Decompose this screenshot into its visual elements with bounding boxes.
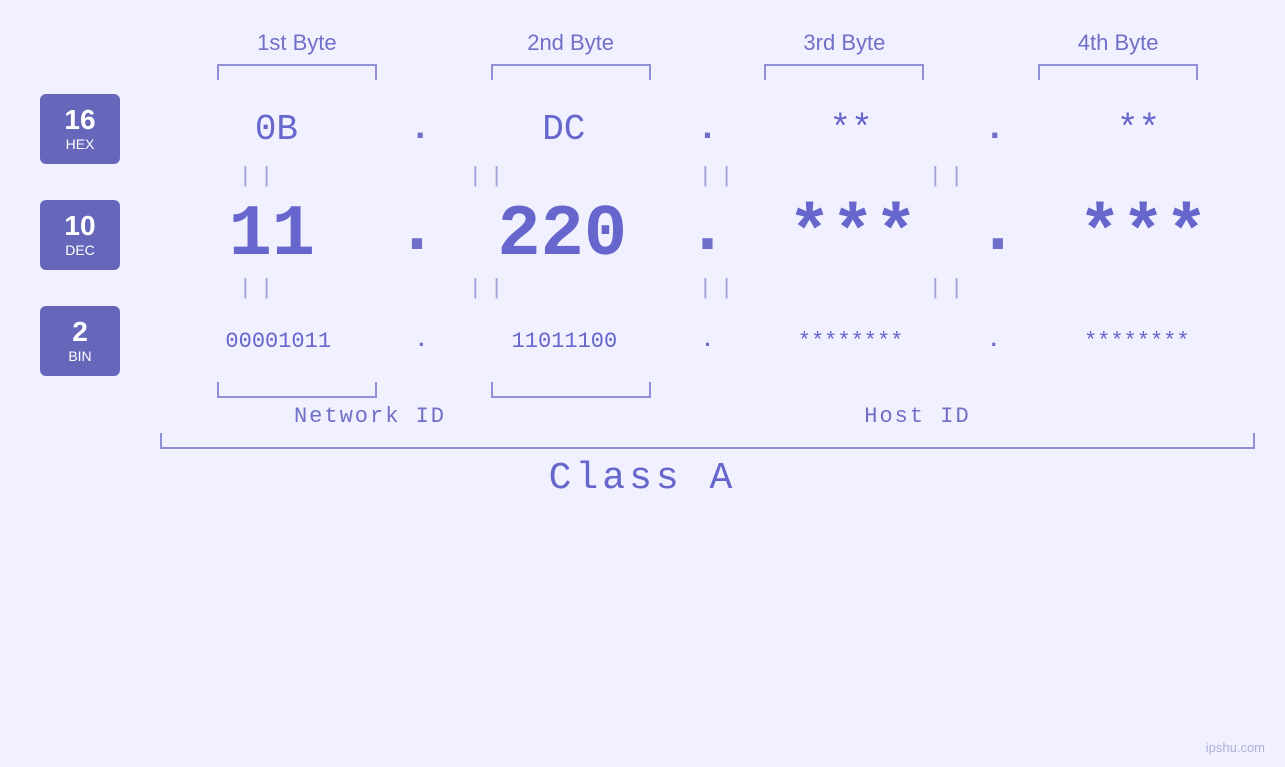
hex-sep2: . (697, 111, 719, 147)
bin-badge-label: BIN (68, 348, 91, 364)
eq2-b1: || (160, 276, 360, 301)
bin-b3: ******** (751, 329, 951, 354)
hex-badge-num: 16 (64, 106, 95, 134)
host-id-label: Host ID (580, 404, 1255, 429)
eq1-b3: || (620, 164, 820, 189)
bracket-top-4 (1038, 64, 1198, 80)
hex-b3: ** (751, 109, 951, 150)
equals-row-1: || || || || (160, 164, 1285, 189)
dec-sep1: . (395, 194, 438, 276)
dec-b1: 11 (172, 194, 372, 276)
dec-b3: *** (753, 194, 953, 276)
bin-sep1: . (415, 330, 428, 352)
byte2-label: 2nd Byte (471, 30, 671, 56)
bottom-brackets (160, 382, 1285, 402)
eq2-b4: || (850, 276, 1050, 301)
byte-headers: 1st Byte 2nd Byte 3rd Byte 4th Byte (0, 30, 1285, 56)
bot-bracket-cell-3 (744, 382, 944, 402)
eq1-b1: || (160, 164, 360, 189)
bracket-cell-2 (471, 64, 671, 84)
dec-data-row: 11 . 220 . *** . *** (160, 194, 1285, 276)
hex-badge-cell: 16 HEX (0, 94, 160, 164)
main-container: 1st Byte 2nd Byte 3rd Byte 4th Byte 16 H… (0, 0, 1285, 767)
bot-bracket-2 (491, 382, 651, 398)
bracket-top-1 (217, 64, 377, 80)
bin-badge: 2 BIN (40, 306, 120, 376)
bot-bracket-1 (217, 382, 377, 398)
bin-sep3: . (987, 330, 1000, 352)
full-bracket-wrapper (160, 433, 1285, 449)
byte1-label: 1st Byte (197, 30, 397, 56)
dec-badge-num: 10 (64, 212, 95, 240)
hex-b1: 0B (176, 109, 376, 150)
dec-sep3: . (976, 194, 1019, 276)
bracket-top-3 (764, 64, 924, 80)
equals-row-2: || || || || (160, 276, 1285, 301)
eq1-b2: || (390, 164, 590, 189)
hex-sep3: . (984, 111, 1006, 147)
byte4-label: 4th Byte (1018, 30, 1218, 56)
full-bracket (160, 433, 1255, 449)
bot-bracket-cell-1 (197, 382, 397, 402)
class-label: Class A (0, 457, 1285, 500)
hex-badge-label: HEX (66, 136, 95, 152)
hex-b4: ** (1039, 109, 1239, 150)
eq2-b3: || (620, 276, 820, 301)
bot-bracket-cell-4 (1018, 382, 1218, 402)
bracket-cell-3 (744, 64, 944, 84)
dec-row-wrapper: 10 DEC 11 . 220 . *** . *** (0, 194, 1285, 276)
bin-b2: 11011100 (464, 329, 664, 354)
dec-badge: 10 DEC (40, 200, 120, 270)
bin-badge-num: 2 (72, 318, 88, 346)
id-labels: Network ID Host ID (160, 404, 1285, 429)
bin-data-row: 00001011 . 11011100 . ******** . *******… (160, 329, 1285, 354)
eq1-b4: || (850, 164, 1050, 189)
dec-b4: *** (1043, 194, 1243, 276)
bracket-cell-4 (1018, 64, 1218, 84)
watermark: ipshu.com (1206, 740, 1265, 755)
top-brackets (0, 64, 1285, 84)
bracket-cell-1 (197, 64, 397, 84)
bin-badge-cell: 2 BIN (0, 306, 160, 376)
dec-badge-label: DEC (65, 242, 95, 258)
bracket-top-2 (491, 64, 651, 80)
hex-sep1: . (409, 111, 431, 147)
byte3-label: 3rd Byte (744, 30, 944, 56)
eq2-b2: || (390, 276, 590, 301)
bot-bracket-cell-2 (471, 382, 671, 402)
dec-badge-cell: 10 DEC (0, 200, 160, 270)
hex-badge: 16 HEX (40, 94, 120, 164)
dec-sep2: . (686, 194, 729, 276)
bin-row-wrapper: 2 BIN 00001011 . 11011100 . ******** . *… (0, 306, 1285, 376)
hex-data-row: 0B . DC . ** . ** (160, 109, 1285, 150)
dec-b2: 220 (462, 194, 662, 276)
hex-b2: DC (464, 109, 664, 150)
network-id-label: Network ID (160, 404, 580, 429)
bin-b4: ******** (1037, 329, 1237, 354)
bin-b1: 00001011 (178, 329, 378, 354)
bin-sep2: . (701, 330, 714, 352)
hex-row-wrapper: 16 HEX 0B . DC . ** . ** (0, 94, 1285, 164)
